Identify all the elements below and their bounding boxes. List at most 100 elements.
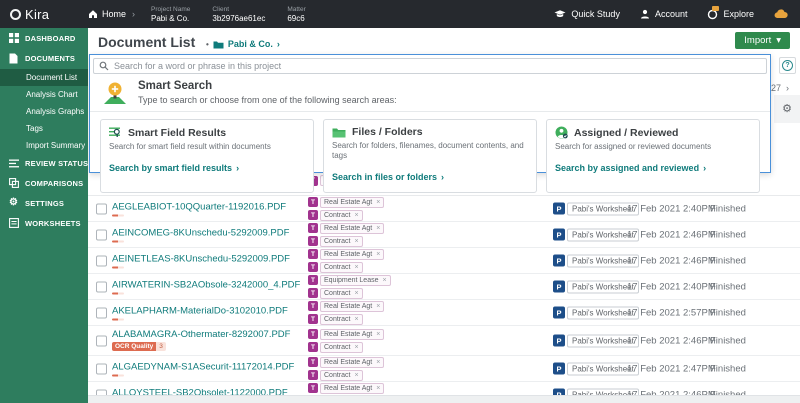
worksheet-badge[interactable]: P Pabi's Worksheet bbox=[553, 280, 639, 293]
home-label: Home bbox=[102, 9, 126, 19]
tag-pill[interactable]: TReal Estate Agt× bbox=[308, 301, 384, 312]
worksheet-badge[interactable]: P Pabi's Worksheet bbox=[553, 334, 639, 347]
tag-remove-icon[interactable]: × bbox=[376, 225, 380, 232]
explore-label: Explore bbox=[723, 9, 754, 19]
tag-pill[interactable]: TReal Estate Agt× bbox=[308, 357, 384, 368]
tag-pill[interactable]: TContract× bbox=[308, 342, 363, 353]
search-by-smart-field-link[interactable]: Search by smart field results › bbox=[109, 163, 239, 173]
worksheet-badge[interactable]: P Pabi's Worksheet bbox=[553, 254, 639, 267]
tag-label: Real Estate Agt bbox=[324, 251, 372, 258]
pagination-next-icon[interactable]: › bbox=[786, 83, 789, 93]
tag-remove-icon[interactable]: × bbox=[354, 344, 358, 351]
tag-pill[interactable]: TReal Estate Agt× bbox=[308, 329, 384, 340]
assigned-reviewed-card[interactable]: Assigned / Reviewed Search for assigned … bbox=[546, 119, 760, 193]
row-checkbox[interactable] bbox=[96, 281, 107, 292]
search-bar[interactable] bbox=[93, 58, 767, 74]
tag-type-icon: T bbox=[308, 370, 318, 380]
tag-pill[interactable]: TReal Estate Agt× bbox=[308, 383, 384, 394]
row-checkbox[interactable] bbox=[96, 363, 107, 374]
dashboard-icon bbox=[9, 33, 19, 43]
worksheet-badge[interactable]: P Pabi's Worksheet bbox=[553, 306, 639, 319]
home-link[interactable]: Home › bbox=[88, 9, 135, 19]
tag-remove-icon[interactable]: × bbox=[354, 372, 358, 379]
row-checkbox[interactable] bbox=[96, 255, 107, 266]
tag-pill[interactable]: TContract× bbox=[308, 288, 363, 299]
sidebar-item-document-list[interactable]: Document List bbox=[0, 69, 88, 86]
import-label: Import bbox=[744, 35, 771, 46]
sidebar-item-dashboard[interactable]: DASHBOARD bbox=[0, 28, 88, 48]
search-by-assigned-link[interactable]: Search by assigned and reviewed › bbox=[555, 163, 706, 173]
worksheet-badge[interactable]: P Pabi's Worksheet bbox=[553, 228, 639, 241]
document-link[interactable]: ALABAMAGRA-Othermater-8292007.PDF bbox=[112, 329, 290, 340]
sidebar-item-analysis-chart[interactable]: Analysis Chart bbox=[0, 86, 88, 103]
tag-pill[interactable]: TContract× bbox=[308, 370, 363, 381]
account-button[interactable]: Account bbox=[640, 9, 688, 19]
tag-pill[interactable]: TReal Estate Agt× bbox=[308, 223, 384, 234]
files-folders-card[interactable]: Files / Folders Search for folders, file… bbox=[323, 119, 537, 193]
tag-remove-icon[interactable]: × bbox=[354, 290, 358, 297]
tag-remove-icon[interactable]: × bbox=[354, 238, 358, 245]
table-settings-strip: ⚙ bbox=[774, 95, 800, 123]
search-input[interactable] bbox=[114, 61, 761, 71]
quick-study-button[interactable]: Quick Study bbox=[554, 9, 620, 19]
row-checkbox[interactable] bbox=[96, 335, 107, 346]
tag-remove-icon[interactable]: × bbox=[354, 316, 358, 323]
sidebar-item-tags[interactable]: Tags bbox=[0, 120, 88, 137]
document-link[interactable]: AEGLEABIOT-10QQuarter-1192016.PDF bbox=[112, 201, 286, 212]
document-link[interactable]: AKELAPHARM-MaterialDo-3102010.PDF bbox=[112, 305, 288, 316]
cloud-sync-icon[interactable] bbox=[774, 9, 788, 19]
row-checkbox[interactable] bbox=[96, 203, 107, 214]
smart-field-results-card[interactable]: Smart Field Results Search for smart fie… bbox=[100, 119, 314, 193]
row-checkbox[interactable] bbox=[96, 307, 107, 318]
worksheet-badge[interactable]: P Pabi's Worksheet bbox=[553, 202, 639, 215]
breadcrumb[interactable]: • Pabi & Co. › bbox=[206, 39, 280, 49]
tag-label: Real Estate Agt bbox=[324, 331, 372, 338]
sidebar-item-comparisons[interactable]: COMPARISONS bbox=[0, 173, 88, 193]
sidebar-item-settings[interactable]: ⚙ SETTINGS bbox=[0, 193, 88, 213]
document-link[interactable]: AIRWATERIN-SB2AObsole-3242000_4.PDF bbox=[112, 279, 300, 290]
sidebar-item-review-status[interactable]: REVIEW STATUS bbox=[0, 154, 88, 173]
sidebar-item-import-summary[interactable]: Import Summary bbox=[0, 137, 88, 154]
card-description: Search for folders, filenames, document … bbox=[332, 141, 528, 161]
person-icon bbox=[640, 9, 650, 19]
tag-remove-icon[interactable]: × bbox=[376, 331, 380, 338]
document-link[interactable]: AEINETLEAS-8KUnschedu-5292009.PDF bbox=[112, 253, 290, 264]
horizontal-scrollbar[interactable] bbox=[88, 395, 800, 403]
worksheet-badge[interactable]: P Pabi's Worksheet bbox=[553, 362, 639, 375]
question-mark-icon: ? bbox=[782, 60, 793, 71]
row-checkbox[interactable] bbox=[96, 229, 107, 240]
worksheet-initial-icon: P bbox=[553, 307, 565, 319]
tag-pill[interactable]: TEquipment Lease× bbox=[308, 275, 391, 286]
sidebar-item-worksheets[interactable]: WORKSHEETS bbox=[0, 213, 88, 233]
ocr-quality-badge bbox=[112, 214, 124, 216]
tag-remove-icon[interactable]: × bbox=[376, 359, 380, 366]
kira-logo[interactable]: Kira bbox=[10, 7, 88, 22]
tag-pill[interactable]: TReal Estate Agt× bbox=[308, 249, 384, 260]
search-in-files-link[interactable]: Search in files or folders › bbox=[332, 172, 444, 182]
table-settings-gear-icon[interactable]: ⚙ bbox=[782, 104, 792, 115]
document-link[interactable]: ALGAEDYNAM-S1ASecurit-11172014.PDF bbox=[112, 361, 294, 372]
tag-remove-icon[interactable]: × bbox=[376, 303, 380, 310]
tag-pill[interactable]: TContract× bbox=[308, 236, 363, 247]
sidebar-item-label: COMPARISONS bbox=[25, 179, 83, 188]
tag-remove-icon[interactable]: × bbox=[376, 251, 380, 258]
tag-pill[interactable]: TContract× bbox=[308, 314, 363, 325]
help-button[interactable]: ? bbox=[779, 57, 796, 74]
tag-remove-icon[interactable]: × bbox=[382, 277, 386, 284]
import-button[interactable]: Import ▾ bbox=[735, 32, 790, 49]
tag-pill[interactable]: TContract× bbox=[308, 262, 363, 273]
tag-remove-icon[interactable]: × bbox=[376, 385, 380, 392]
tag-remove-icon[interactable]: × bbox=[354, 264, 358, 271]
tag-remove-icon[interactable]: × bbox=[354, 212, 358, 219]
link-arrow-icon: › bbox=[703, 163, 706, 173]
row-date: 17 Feb 2021 2:47PM bbox=[627, 363, 716, 374]
worksheet-initial-icon: P bbox=[553, 229, 565, 241]
tag-type-icon: T bbox=[308, 236, 318, 246]
tag-pill[interactable]: TContract× bbox=[308, 210, 363, 221]
sidebar-item-analysis-graphs[interactable]: Analysis Graphs bbox=[0, 103, 88, 120]
breadcrumb-expand-icon: › bbox=[277, 39, 280, 49]
sidebar-item-documents[interactable]: DOCUMENTS bbox=[0, 48, 88, 69]
document-link[interactable]: AEINCOMEG-8KUnschedu-5292009.PDF bbox=[112, 227, 289, 238]
explore-button[interactable]: Explore bbox=[707, 9, 754, 20]
matter-label: Matter bbox=[287, 6, 305, 13]
